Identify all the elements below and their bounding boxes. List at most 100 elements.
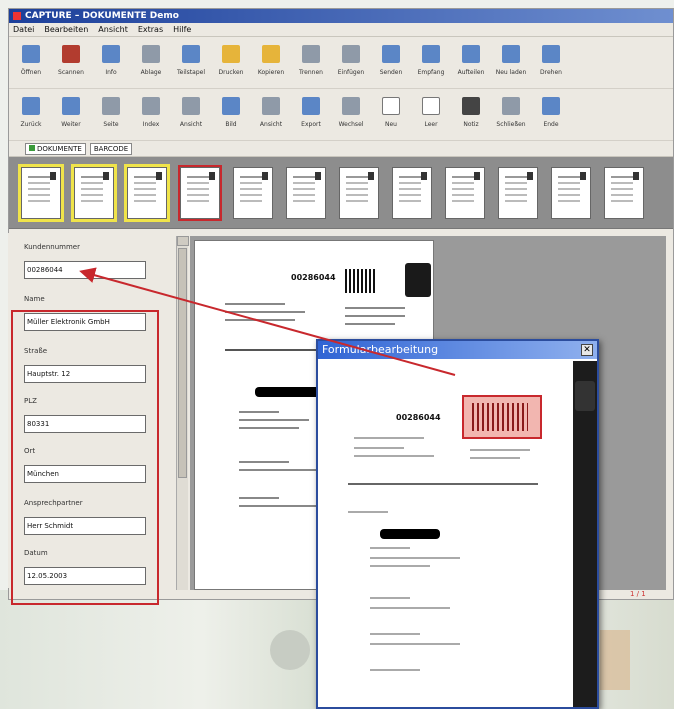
text-line: [370, 565, 430, 567]
page-thumbnail[interactable]: [233, 166, 273, 219]
close-icon[interactable]: ✕: [581, 344, 593, 356]
menu-bar: Datei Bearbeiten Ansicht Extras Hilfe: [9, 23, 673, 37]
note-icon: [462, 97, 480, 115]
logo-mark: [575, 381, 595, 411]
menu-edit[interactable]: Bearbeiten: [44, 25, 88, 34]
toolbar-label: Teilstapel: [177, 69, 205, 76]
customer-number-field[interactable]: 00286044: [24, 261, 146, 279]
view2-icon: [262, 97, 280, 115]
text-line: [370, 669, 420, 671]
text-line: [239, 461, 289, 463]
paste-icon: [342, 45, 360, 63]
page-thumbnail[interactable]: [71, 163, 117, 222]
toolbar-button[interactable]: Senden: [371, 41, 411, 88]
text-line: [345, 315, 405, 317]
toolbar-button[interactable]: Wechsel: [331, 93, 371, 140]
toolbar-label: Wechsel: [338, 121, 364, 128]
page-thumbnail[interactable]: [498, 166, 538, 219]
toolbar-button[interactable]: Drehen: [531, 41, 571, 88]
page-thumbnail-current[interactable]: [178, 164, 222, 221]
dialog-title: Formularbearbeitung: [322, 343, 439, 356]
tab-barcode[interactable]: BARCODE: [89, 142, 133, 155]
text-line: [354, 437, 424, 439]
page-thumbnail[interactable]: [604, 166, 644, 219]
toolbar-button[interactable]: Schließen: [491, 93, 531, 140]
toolbar-label: Bild: [225, 121, 237, 128]
toolbar-label: Drehen: [540, 69, 562, 76]
page-thumbnail[interactable]: [18, 163, 64, 222]
menu-view[interactable]: Ansicht: [98, 25, 128, 34]
page-thumbnail[interactable]: [392, 166, 432, 219]
tab-documents[interactable]: DOKUMENTE: [25, 142, 86, 155]
page-thumbnail[interactable]: [286, 166, 326, 219]
toolbar-label: Trennen: [299, 69, 323, 76]
menu-help[interactable]: Hilfe: [173, 25, 191, 34]
toolbar-button[interactable]: Ansicht: [171, 93, 211, 140]
page-thumbnail[interactable]: [124, 163, 170, 222]
toolbar-button[interactable]: Ansicht: [251, 93, 291, 140]
text-line: [225, 319, 295, 321]
text-line: [370, 607, 450, 609]
scroll-up-arrow[interactable]: [177, 236, 189, 246]
page-thumbnail[interactable]: [551, 166, 591, 219]
toolbar-label: Neu laden: [495, 69, 527, 76]
toolbar-button[interactable]: Bild: [211, 93, 251, 140]
toolbar-label: Export: [301, 121, 321, 128]
toolbar-button[interactable]: Seite: [91, 93, 131, 140]
toolbar-button[interactable]: Scannen: [51, 41, 91, 88]
background-detail: [600, 630, 630, 690]
toolbar-button[interactable]: Trennen: [291, 41, 331, 88]
toolbar-button[interactable]: Weiter: [51, 93, 91, 140]
toolbar-button[interactable]: Info: [91, 41, 131, 88]
dialog-document-preview: 00286044: [320, 361, 573, 707]
rotate-icon: [542, 45, 560, 63]
toolbar-button[interactable]: Leer: [411, 93, 451, 140]
toolbar-button[interactable]: Drucken: [211, 41, 251, 88]
toolbar-button[interactable]: Zurück: [11, 93, 51, 140]
toolbar-button[interactable]: Kopieren: [251, 41, 291, 88]
page-thumbnail[interactable]: [445, 166, 485, 219]
folder-copy-icon: [262, 45, 280, 63]
page-next-icon: [62, 97, 80, 115]
document-number: 00286044: [396, 413, 441, 422]
text-line: [239, 427, 299, 429]
new-icon: [382, 97, 400, 115]
toolbar-button[interactable]: Teilstapel: [171, 41, 211, 88]
toolbar-label: Aufteilen: [457, 69, 485, 76]
close-doc-icon: [502, 97, 520, 115]
drop-icon: [142, 45, 160, 63]
menu-extras[interactable]: Extras: [138, 25, 163, 34]
toolbar-button[interactable]: Index: [131, 93, 171, 140]
company-logo: [405, 263, 431, 297]
form-scrollbar[interactable]: [176, 236, 189, 590]
image-icon: [222, 97, 240, 115]
toolbar-label: Ende: [543, 121, 559, 128]
toolbar-button[interactable]: Export: [291, 93, 331, 140]
dialog-titlebar[interactable]: Formularbearbeitung ✕: [318, 341, 597, 359]
redaction-bar: [255, 387, 325, 397]
toolbar-button[interactable]: Ablage: [131, 41, 171, 88]
toolbar-label: Leer: [424, 121, 438, 128]
toolbar-button[interactable]: Einfügen: [331, 41, 371, 88]
text-line: [239, 419, 309, 421]
window-titlebar[interactable]: CAPTURE – DOKUMENTE Demo: [9, 9, 673, 23]
toolbar-label: Ansicht: [259, 121, 283, 128]
scroll-thumb[interactable]: [178, 248, 187, 478]
toolbar-button[interactable]: Ende: [531, 93, 571, 140]
toolbar-button[interactable]: Empfang: [411, 41, 451, 88]
rule: [348, 483, 538, 485]
dialog-side-panel: [573, 361, 597, 707]
toolbar-button[interactable]: Öffnen: [11, 41, 51, 88]
toolbar-button[interactable]: Neu laden: [491, 41, 531, 88]
toolbar-button[interactable]: Neu: [371, 93, 411, 140]
toolbar-button[interactable]: Aufteilen: [451, 41, 491, 88]
toolbar-button[interactable]: Notiz: [451, 93, 491, 140]
text-line: [370, 557, 460, 559]
info-icon: [102, 45, 120, 63]
view-icon: [182, 97, 200, 115]
barcode-highlight[interactable]: [462, 395, 542, 439]
folder-icon: [222, 45, 240, 63]
menu-file[interactable]: Datei: [13, 25, 34, 34]
toolbar-label: Senden: [379, 69, 403, 76]
page-thumbnail[interactable]: [339, 166, 379, 219]
